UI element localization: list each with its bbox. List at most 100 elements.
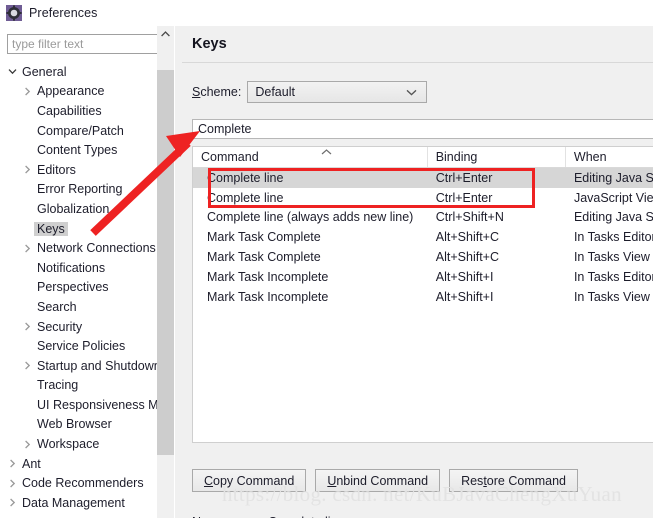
sidebar-item-code-recommenders[interactable]: Code Recommenders [0,473,175,493]
chevron-right-icon[interactable] [6,498,19,507]
cell-binding: Ctrl+Enter [435,170,493,185]
column-header-when[interactable]: When [566,147,653,167]
sidebar-item-compare-patch[interactable]: Compare/Patch [0,121,175,141]
sidebar-item-service-policies[interactable]: Service Policies [0,336,175,356]
sidebar-item-content-types[interactable]: Content Types [0,140,175,160]
cell-when: In Tasks Editor [573,269,653,284]
preference-tree[interactable]: General Appearance Capabilities Compare/Pat… [0,62,175,518]
restore-command-button[interactable]: Res t ore Command [449,469,578,492]
chevron-right-icon[interactable] [21,440,34,449]
unbind-command-button[interactable]: Unbind Command [315,469,441,492]
column-header-command[interactable]: Command [193,147,428,167]
cell-binding: Alt+Shift+I [435,289,494,304]
button-mnemonic: C [204,473,214,488]
sidebar-item-ant[interactable]: Ant [0,454,175,474]
sidebar-item-editors[interactable]: Editors [0,160,175,180]
cell-command: Mark Task Incomplete [207,289,329,304]
table-row[interactable]: Mark Task Incomplete Alt+Shift+I In Tasks … [193,266,653,287]
sidebar-item-keys[interactable]: Keys [0,219,175,239]
chevron-down-icon [406,85,417,99]
sidebar-item-appearance[interactable]: Appearance [0,82,175,102]
chevron-right-icon[interactable] [21,361,34,370]
cell-binding: Alt+Shift+I [435,269,494,284]
preferences-gear-icon [6,5,22,21]
table-row[interactable]: Complete line (always adds new line) Ctrl… [193,207,653,228]
chevron-down-icon[interactable] [6,68,19,75]
table-row[interactable]: Complete line Ctrl+Enter Editing Java So [193,168,653,188]
command-buttons: Copy Command Unbind Command Res t ore Comman… [192,469,578,492]
sidebar-item-label: Globalization [37,201,110,216]
cell-binding: Alt+Shift+C [435,250,500,265]
sidebar-item-label: Appearance [37,84,105,99]
sidebar-item-label: Data Management [22,495,125,510]
keys-search-input[interactable] [192,119,653,139]
sidebar: General Appearance Capabilities Compare/Pat… [0,26,175,518]
cell-binding: Alt+Shift+C [435,230,500,245]
sidebar-item-security[interactable]: Security [0,317,175,337]
button-label-post: ore Command [486,473,566,488]
scheme-selected-value: Default [255,85,295,99]
sidebar-item-workspace[interactable]: Workspace [0,434,175,454]
button-mnemonic: U [327,473,337,488]
cell-binding: Ctrl+Shift+N [435,210,504,225]
sidebar-item-perspectives[interactable]: Perspectives [0,278,175,298]
column-header-label: When [573,150,607,164]
cell-binding: Ctrl+Enter [435,190,493,205]
scheme-row: Scheme: Default [192,81,428,103]
cell-when: In Tasks Editor [573,230,653,245]
table-row[interactable]: Mark Task Complete Alt+Shift+C In Tasks Ed… [193,227,653,248]
scheme-label: Scheme: [192,85,241,99]
table-body[interactable]: Complete line Ctrl+Enter Editing Java So Co… [193,168,653,307]
sidebar-item-label: Ant [22,456,41,471]
chevron-right-icon[interactable] [21,322,34,331]
sidebar-item-search[interactable]: Search [0,297,175,317]
scroll-up-arrow-icon[interactable] [157,26,174,42]
sidebar-item-capabilities[interactable]: Capabilities [0,101,175,121]
cell-command: Complete line (always adds new line) [207,210,414,225]
sidebar-item-label: Perspectives [37,280,109,295]
sidebar-item-label: Error Reporting [37,182,123,197]
sidebar-item-label: Compare/Patch [37,123,124,138]
title-separator [182,62,653,63]
sidebar-item-label: Notifications [37,260,106,275]
scheme-label-rest: cheme: [200,85,242,99]
sidebar-item-label: Code Recommenders [22,476,144,491]
cell-when: In Tasks View [573,289,650,304]
sidebar-item-globalization[interactable]: Globalization [0,199,175,219]
sidebar-item-ui-responsiveness-monitoring[interactable]: UI Responsiveness Monitoring [0,395,175,415]
sidebar-filter-input[interactable] [7,34,165,54]
chevron-right-icon[interactable] [21,87,34,96]
chevron-right-icon[interactable] [21,244,34,253]
sidebar-item-label: Content Types [37,143,118,158]
page-title: Keys [192,36,227,52]
table-row[interactable]: Mark Task Incomplete Alt+Shift+I In Tasks … [193,286,653,307]
title-bar: Preferences [0,0,653,26]
copy-command-button[interactable]: Copy Command [192,469,307,492]
sidebar-item-web-browser[interactable]: Web Browser [0,415,175,435]
button-label-pre: Res [461,473,484,488]
sidebar-item-tracing[interactable]: Tracing [0,376,175,396]
cell-when: JavaScript View [573,190,653,205]
chevron-right-icon[interactable] [21,165,34,174]
keys-table[interactable]: Command Binding When Complete line Ctrl+Ent… [192,146,653,443]
sidebar-item-network-connections[interactable]: Network Connections [0,238,175,258]
sidebar-item-label: Capabilities [37,103,102,118]
window-title: Preferences [29,6,98,20]
sidebar-item-general[interactable]: General [0,62,175,82]
cell-command: Mark Task Incomplete [207,269,329,284]
sidebar-scrollbar-thumb[interactable] [157,70,174,455]
sidebar-item-error-reporting[interactable]: Error Reporting [0,180,175,200]
sidebar-item-notifications[interactable]: Notifications [0,258,175,278]
column-header-binding[interactable]: Binding [428,147,566,167]
sidebar-item-label: Startup and Shutdown [37,358,161,373]
sidebar-item-startup-and-shutdown[interactable]: Startup and Shutdown [0,356,175,376]
chevron-right-icon[interactable] [6,459,19,468]
sidebar-item-data-management[interactable]: Data Management [0,493,175,513]
table-row[interactable]: Complete line Ctrl+Enter JavaScript View [193,187,653,208]
sidebar-scrollbar[interactable] [157,26,174,518]
keys-panel: Keys Scheme: Default Command Binding When … [182,26,653,518]
table-row[interactable]: Mark Task Complete Alt+Shift+C In Tasks Vi… [193,247,653,267]
scheme-dropdown[interactable]: Default [247,81,428,103]
button-label-post: nbind Command [336,473,429,488]
chevron-right-icon[interactable] [6,479,19,488]
